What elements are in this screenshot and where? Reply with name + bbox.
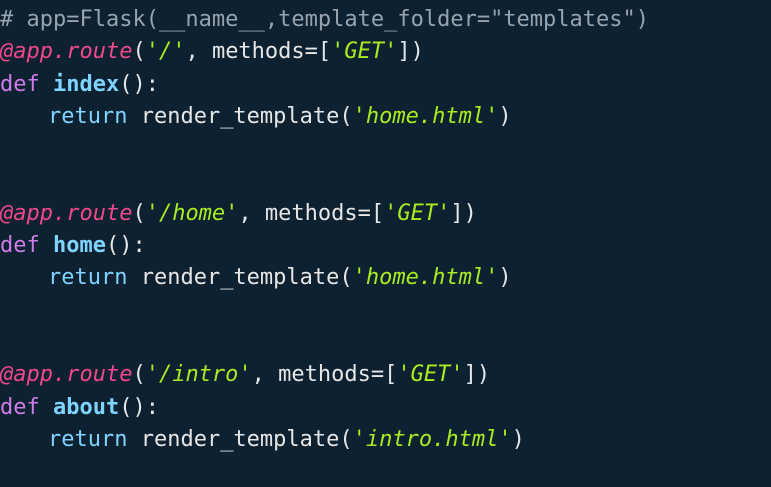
code-function-name: home xyxy=(52,233,106,259)
code-line-2[interactable]: @app.route('/', methods=['GET']) xyxy=(0,36,771,68)
code-line-9[interactable]: return render_template('home.html') xyxy=(0,262,771,294)
code-punctuation: , methods=[ xyxy=(251,362,398,388)
code-return-keyword: return xyxy=(48,103,141,129)
code-line-11[interactable] xyxy=(0,327,771,359)
code-punctuation: (): xyxy=(119,394,159,420)
code-function-name: index xyxy=(52,71,120,97)
code-decorator: @app.route xyxy=(0,362,133,388)
code-punctuation: (): xyxy=(119,71,159,97)
code-line-5[interactable] xyxy=(0,133,771,165)
code-line-7[interactable]: @app.route('/home', methods=['GET']) xyxy=(0,198,771,230)
code-punctuation: ) xyxy=(511,426,525,452)
code-punctuation: , methods=[ xyxy=(238,200,385,226)
code-punctuation: ]) xyxy=(397,39,424,65)
code-text: render_template( xyxy=(140,103,353,129)
code-string: '/' xyxy=(145,39,186,65)
code-punctuation: ]) xyxy=(463,362,491,388)
code-return-keyword: return xyxy=(48,426,141,452)
code-string: 'home.html' xyxy=(352,265,499,291)
code-string: '/home' xyxy=(145,200,239,226)
code-decorator: @app.route xyxy=(0,39,133,65)
code-string: 'home.html' xyxy=(352,103,499,129)
code-string: '/intro' xyxy=(145,362,252,388)
code-editor[interactable]: # app=Flask(__name__,template_folder="te… xyxy=(0,0,771,487)
code-line-12[interactable]: @app.route('/intro', methods=['GET']) xyxy=(0,359,771,391)
code-keyword: def xyxy=(0,71,53,97)
code-punctuation: ( xyxy=(132,362,146,388)
code-line-1[interactable]: # app=Flask(__name__,template_folder="te… xyxy=(0,4,771,36)
code-decorator: @app.route xyxy=(0,200,133,226)
code-line-13[interactable]: def about(): xyxy=(0,392,771,424)
code-punctuation: ]) xyxy=(450,200,477,226)
code-text: render_template( xyxy=(140,426,353,452)
code-string: 'GET' xyxy=(331,39,398,65)
code-keyword: def xyxy=(0,394,53,420)
code-line-10[interactable] xyxy=(0,295,771,327)
code-string: 'GET' xyxy=(384,200,451,226)
code-return-keyword: return xyxy=(48,265,141,291)
code-punctuation: ( xyxy=(132,200,146,226)
code-punctuation: ) xyxy=(498,265,512,291)
code-function-name: about xyxy=(52,394,120,420)
code-comment: # app=Flask(__name__,template_folder="te… xyxy=(0,7,650,32)
code-punctuation: (): xyxy=(105,233,146,259)
code-punctuation: , methods=[ xyxy=(185,39,332,65)
code-punctuation: ) xyxy=(498,103,512,129)
code-line-8[interactable]: def home(): xyxy=(0,230,771,262)
code-string: 'GET' xyxy=(397,362,464,388)
code-line-3[interactable]: def index(): xyxy=(0,69,771,101)
code-keyword: def xyxy=(0,233,53,259)
code-text: render_template( xyxy=(140,265,353,291)
code-line-14[interactable]: return render_template('intro.html') xyxy=(0,424,771,456)
code-line-4[interactable]: return render_template('home.html') xyxy=(0,101,771,133)
code-line-6[interactable] xyxy=(0,165,771,197)
code-punctuation: ( xyxy=(132,39,146,65)
code-string: 'intro.html' xyxy=(352,426,512,452)
